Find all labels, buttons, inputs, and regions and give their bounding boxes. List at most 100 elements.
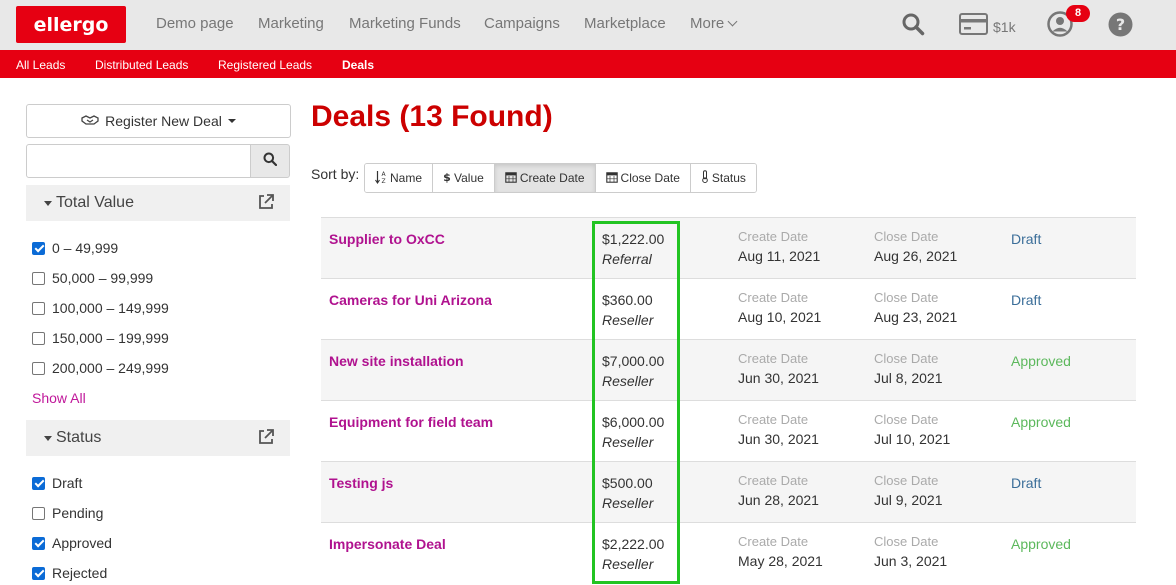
sort-by-name-button[interactable]: AZ Name <box>365 164 434 192</box>
credit-amount[interactable]: $1k <box>993 19 1016 35</box>
total-value-filter-header[interactable]: Total Value <box>26 185 290 221</box>
deal-value: $360.00 <box>602 292 653 308</box>
sort-by-create-date-button[interactable]: Create Date <box>494 164 596 192</box>
checkbox[interactable] <box>32 361 45 375</box>
search-icon <box>263 152 278 171</box>
subnav-deals[interactable]: Deals <box>342 58 374 72</box>
status-option[interactable]: Pending <box>32 503 103 523</box>
external-link-icon[interactable] <box>258 194 274 215</box>
svg-text:A: A <box>381 171 386 178</box>
nav-item-marketing[interactable]: Marketing <box>258 15 324 32</box>
nav-item-marketing-funds[interactable]: Marketing Funds <box>349 15 461 32</box>
total-value-option[interactable]: 200,000 – 249,999 <box>32 358 169 378</box>
status-filter-header[interactable]: Status <box>26 420 290 456</box>
create-date-label: Create Date <box>738 534 809 549</box>
deals-list: Supplier to OxCC $1,222.00 Referral Crea… <box>321 217 1136 583</box>
checkbox[interactable] <box>32 566 45 580</box>
deal-name-link[interactable]: Testing js <box>329 475 393 491</box>
close-date-label: Close Date <box>874 290 939 305</box>
search-icon[interactable] <box>901 12 925 41</box>
close-date: Jul 8, 2021 <box>874 370 943 386</box>
deal-name-link[interactable]: Equipment for field team <box>329 414 493 430</box>
deal-name-link[interactable]: New site installation <box>329 353 464 369</box>
checkbox[interactable] <box>32 536 45 550</box>
svg-text:Z: Z <box>381 178 385 184</box>
deal-name-link[interactable]: Cameras for Uni Arizona <box>329 292 492 308</box>
deal-row[interactable]: Testing js $500.00 Reseller Create Date … <box>321 461 1136 522</box>
deal-type: Reseller <box>602 373 654 389</box>
deal-type: Reseller <box>602 434 654 450</box>
close-date: Jul 10, 2021 <box>874 431 951 447</box>
nav-item-marketplace[interactable]: Marketplace <box>584 15 666 32</box>
calendar-icon <box>505 171 517 186</box>
deal-row[interactable]: Cameras for Uni Arizona $360.00 Reseller… <box>321 278 1136 339</box>
status-option[interactable]: Approved <box>32 533 112 553</box>
close-date-label: Close Date <box>874 534 939 549</box>
close-date: Jul 9, 2021 <box>874 492 943 508</box>
credit-card-icon[interactable] <box>959 13 988 40</box>
sort-by-name-label: Name <box>390 171 423 185</box>
checkbox[interactable] <box>32 506 45 520</box>
checkbox[interactable] <box>32 331 45 345</box>
option-label: 50,000 – 99,999 <box>52 270 154 286</box>
show-all-link[interactable]: Show All <box>32 390 86 406</box>
nav-item-demo-page[interactable]: Demo page <box>156 15 234 32</box>
deal-row[interactable]: Impersonate Deal $2,222.00 Reseller Crea… <box>321 522 1136 583</box>
sort-by-value-button[interactable]: $ Value <box>433 164 495 192</box>
status-option[interactable]: Rejected <box>32 563 107 583</box>
sort-by-create-date-label: Create Date <box>519 171 585 185</box>
nav-item-campaigns[interactable]: Campaigns <box>484 15 560 32</box>
brand-logo[interactable]: ellergo <box>16 6 126 43</box>
deal-type: Reseller <box>602 312 654 328</box>
deal-row[interactable]: Supplier to OxCC $1,222.00 Referral Crea… <box>321 217 1136 278</box>
register-new-deal-button[interactable]: Register New Deal <box>26 104 291 138</box>
logo-text: ellergo <box>33 13 109 36</box>
svg-text:?: ? <box>1116 15 1125 34</box>
subnav-all-leads[interactable]: All Leads <box>16 58 65 72</box>
deal-status: Approved <box>1011 353 1071 369</box>
total-value-option[interactable]: 50,000 – 99,999 <box>32 268 153 288</box>
checkbox[interactable] <box>32 476 45 490</box>
chevron-down-icon <box>727 16 738 27</box>
help-icon[interactable]: ? <box>1108 12 1133 42</box>
deal-row[interactable]: Equipment for field team $6,000.00 Resel… <box>321 400 1136 461</box>
deal-search-input[interactable] <box>26 144 251 178</box>
subnav-distributed-leads[interactable]: Distributed Leads <box>95 58 188 72</box>
deal-status: Draft <box>1011 231 1042 247</box>
deal-status: Draft <box>1011 292 1042 308</box>
create-date: Aug 11, 2021 <box>738 248 821 264</box>
sort-by-status-button[interactable]: Status <box>690 164 756 192</box>
checkbox[interactable] <box>32 301 45 315</box>
create-date-label: Create Date <box>738 229 809 244</box>
deal-type: Reseller <box>602 556 654 572</box>
create-date-label: Create Date <box>738 351 809 366</box>
page-title: Deals (13 Found) <box>311 100 553 133</box>
caret-down-icon <box>44 436 52 441</box>
total-value-option[interactable]: 150,000 – 199,999 <box>32 328 169 348</box>
option-label: 150,000 – 199,999 <box>52 330 169 346</box>
deal-row[interactable]: New site installation $7,000.00 Reseller… <box>321 339 1136 400</box>
close-date: Aug 26, 2021 <box>874 248 958 264</box>
caret-down-icon <box>227 119 236 123</box>
status-option[interactable]: Draft <box>32 473 82 493</box>
deal-name-link[interactable]: Supplier to OxCC <box>329 231 445 247</box>
search-button[interactable] <box>250 144 290 178</box>
subnav-registered-leads[interactable]: Registered Leads <box>218 58 312 72</box>
sort-by-close-date-button[interactable]: Close Date <box>595 164 691 192</box>
sort-by-close-date-label: Close Date <box>620 171 680 185</box>
close-date: Aug 23, 2021 <box>874 309 958 325</box>
deal-name-link[interactable]: Impersonate Deal <box>329 536 446 552</box>
option-label: Pending <box>52 505 104 521</box>
sort-by-status-label: Status <box>711 171 746 185</box>
total-value-option[interactable]: 0 – 49,999 <box>32 238 118 258</box>
nav-item-more[interactable]: More <box>690 15 738 32</box>
register-new-deal-label: Register New Deal <box>105 113 222 129</box>
checkbox[interactable] <box>32 241 45 255</box>
external-link-icon[interactable] <box>258 429 274 450</box>
dollar-icon: $ <box>443 170 451 186</box>
option-label: Rejected <box>52 565 108 581</box>
total-value-option[interactable]: 100,000 – 149,999 <box>32 298 169 318</box>
checkbox[interactable] <box>32 271 45 285</box>
more-label: More <box>690 15 725 32</box>
sort-by-value-label: Value <box>454 171 484 185</box>
